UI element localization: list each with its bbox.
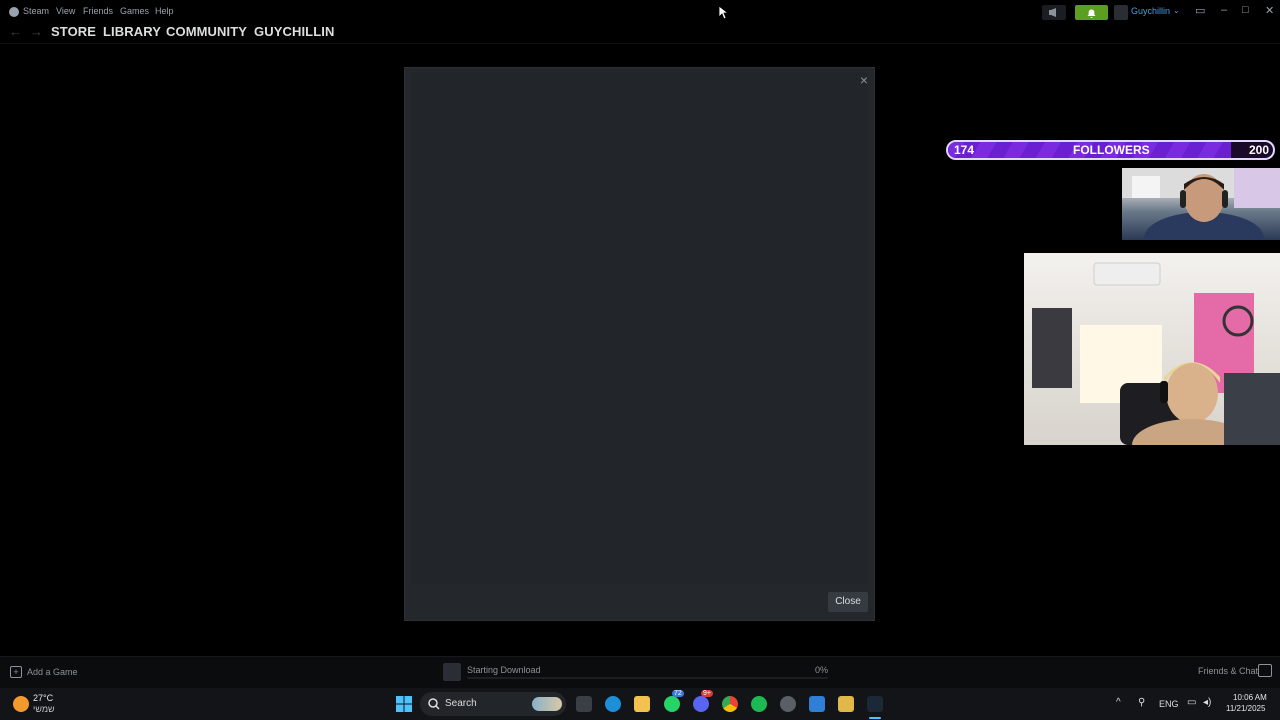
- search-highlight-image: [532, 697, 562, 711]
- steam-bottom-bar: + Add a Game Starting Download 0% Friend…: [0, 656, 1280, 689]
- nav-profile[interactable]: GUYCHILLIN: [254, 24, 334, 39]
- steam-nav: ← → STORE LIBRARY COMMUNITY GUYCHILLIN: [0, 22, 1280, 42]
- add-game-icon: +: [10, 666, 22, 678]
- nav-library[interactable]: LIBRARY: [103, 24, 161, 39]
- whatsapp-icon[interactable]: [664, 696, 680, 712]
- app-window-icon[interactable]: [809, 696, 825, 712]
- bell-icon: [1087, 9, 1096, 18]
- edge-icon[interactable]: [605, 696, 621, 712]
- language-indicator[interactable]: ENG: [1159, 699, 1179, 709]
- maximize-icon[interactable]: □: [1242, 4, 1249, 16]
- webcam-person-image: [1122, 168, 1280, 240]
- dialog-content-area: [411, 72, 868, 584]
- broadcast-button[interactable]: [1042, 5, 1066, 20]
- install-dialog: × Close: [404, 67, 875, 621]
- download-game-thumbnail[interactable]: [443, 663, 461, 681]
- chevron-down-icon: ⌄: [1173, 6, 1180, 15]
- minimize-icon[interactable]: –: [1221, 4, 1227, 16]
- menu-games[interactable]: Games: [120, 6, 149, 16]
- download-status[interactable]: Starting Download: [467, 665, 541, 675]
- username-dropdown[interactable]: Guychillin: [1131, 6, 1170, 16]
- taskbar-search[interactable]: Search: [420, 692, 566, 716]
- discord-badge: 9+: [701, 690, 713, 697]
- nav-store[interactable]: STORE: [51, 24, 96, 39]
- weather-sun-icon: [13, 696, 29, 712]
- chrome-icon[interactable]: [722, 696, 738, 712]
- menu-friends[interactable]: Friends: [83, 6, 113, 16]
- nav-divider: [0, 43, 1280, 44]
- clock-time[interactable]: 10:06 AM: [1233, 693, 1267, 702]
- friends-chat-icon: [1258, 664, 1272, 677]
- followers-label: FOLLOWERS: [1073, 143, 1150, 157]
- obs-icon[interactable]: [780, 696, 796, 712]
- add-game-button[interactable]: Add a Game: [27, 667, 78, 677]
- webcam-feed-top: [1122, 168, 1280, 240]
- steam-taskbar-icon[interactable]: [867, 696, 883, 712]
- search-placeholder: Search: [445, 698, 477, 709]
- menu-view[interactable]: View: [56, 6, 75, 16]
- avatar[interactable]: [1114, 5, 1128, 20]
- steam-logo-icon: [9, 7, 19, 17]
- whatsapp-badge: 72: [672, 690, 684, 697]
- menu-help[interactable]: Help: [155, 6, 174, 16]
- clock-date[interactable]: 11/21/2025: [1226, 704, 1265, 713]
- download-progress-bar: [467, 677, 828, 679]
- big-picture-icon[interactable]: ▭: [1195, 4, 1205, 17]
- close-icon[interactable]: ×: [860, 72, 868, 88]
- nav-community[interactable]: COMMUNITY: [166, 24, 247, 39]
- network-icon[interactable]: ▭: [1187, 697, 1196, 708]
- followers-current: 174: [954, 143, 975, 157]
- microphone-icon[interactable]: ⚲: [1138, 697, 1145, 708]
- tray-chevron-icon[interactable]: ^: [1116, 697, 1121, 708]
- discord-icon[interactable]: [693, 696, 709, 712]
- megaphone-icon: [1049, 8, 1056, 17]
- close-window-icon[interactable]: ✕: [1265, 4, 1274, 17]
- menu-steam[interactable]: Steam: [23, 6, 49, 16]
- game-app-icon[interactable]: [838, 696, 854, 712]
- task-view-icon[interactable]: [576, 696, 592, 712]
- windows-taskbar: 27°C שמשי Search 72 9+ ^ ⚲ ENG ▭ ◂) 10:0…: [0, 688, 1280, 720]
- search-icon: [428, 698, 440, 710]
- webcam-room-image: [1032, 262, 1280, 445]
- close-button[interactable]: Close: [828, 592, 868, 612]
- notifications-button[interactable]: [1075, 5, 1108, 20]
- back-arrow-icon[interactable]: ←: [9, 24, 22, 39]
- file-explorer-icon[interactable]: [634, 696, 650, 712]
- followers-goal: 200: [1248, 143, 1269, 157]
- spotify-icon[interactable]: [751, 696, 767, 712]
- active-app-indicator: [869, 717, 881, 719]
- weather-temp[interactable]: 27°C: [33, 693, 53, 703]
- steam-menubar: Steam View Friends Games Help Guychillin…: [0, 0, 1280, 24]
- followers-goal-bar: 174 FOLLOWERS 200: [946, 140, 1275, 160]
- friends-chat-button[interactable]: Friends & Chat: [1198, 666, 1258, 676]
- forward-arrow-icon[interactable]: →: [30, 24, 43, 39]
- download-percent: 0%: [815, 665, 829, 675]
- webcam-feed-room: [1024, 253, 1280, 445]
- mouse-cursor-icon: [718, 5, 728, 20]
- weather-desc: שמשי: [33, 704, 55, 714]
- volume-icon[interactable]: ◂): [1203, 697, 1211, 708]
- windows-start-icon[interactable]: [396, 696, 412, 712]
